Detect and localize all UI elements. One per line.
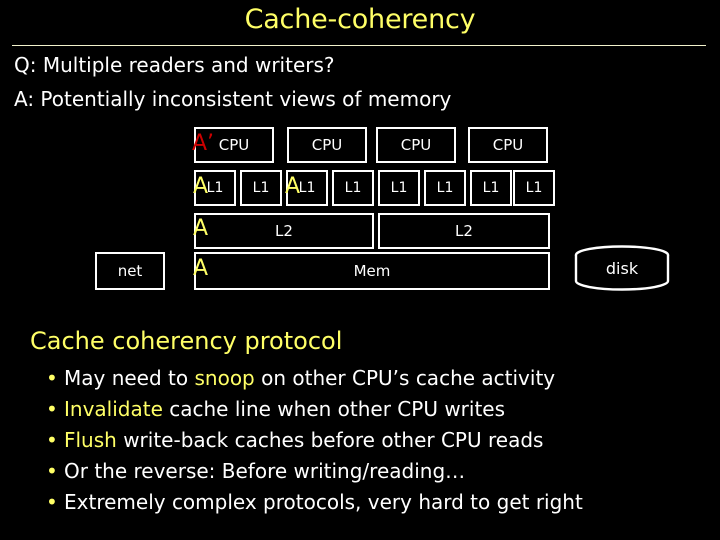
l1-box-8[interactable]: L1 xyxy=(513,170,555,206)
l1-label-7: L1 xyxy=(482,180,500,196)
memory-label: Mem xyxy=(353,261,391,280)
protocol-heading: Cache coherency protocol xyxy=(30,327,343,355)
l2-box-1[interactable]: L2 xyxy=(194,213,374,249)
l1-label-1: L1 xyxy=(206,180,224,196)
l1-box-2[interactable]: L1 xyxy=(240,170,282,206)
l1-label-4: L1 xyxy=(344,180,362,196)
bullet-icon: • xyxy=(46,459,58,483)
answer-line: A: Potentially inconsistent views of mem… xyxy=(14,87,452,111)
l1-box-1[interactable]: L1 xyxy=(194,170,236,206)
memory-box[interactable]: Mem xyxy=(194,252,550,290)
bullet-post-0: on other CPU’s cache activity xyxy=(254,366,556,390)
l1-box-7[interactable]: L1 xyxy=(470,170,512,206)
bullet-pre-4: Extremely complex protocols, very hard t… xyxy=(64,490,583,514)
bullet-highlight-2: Flush xyxy=(64,428,117,452)
bullet-highlight-0: snoop xyxy=(194,366,255,390)
list-item: • May need to snoop on other CPU’s cache … xyxy=(46,366,706,390)
bullet-post-1: cache line when other CPU writes xyxy=(162,397,506,421)
net-box[interactable]: net xyxy=(95,252,165,290)
list-item: • Extremely complex protocols, very hard … xyxy=(46,490,706,514)
l2-label-2: L2 xyxy=(455,221,473,240)
slide-canvas: Cache-coherency Q: Multiple readers and … xyxy=(0,0,720,540)
l1-label-2: L1 xyxy=(252,180,270,196)
l1-label-8: L1 xyxy=(525,180,543,196)
bullet-icon: • xyxy=(46,397,58,421)
list-item: • Invalidate cache line when other CPU wr… xyxy=(46,397,706,421)
disk-icon[interactable] xyxy=(572,245,672,293)
net-label: net xyxy=(117,261,143,280)
bullet-post-2: write-back caches before other CPU reads xyxy=(116,428,544,452)
title-divider xyxy=(12,45,706,46)
list-item: • Or the reverse: Before writing/reading… xyxy=(46,459,706,483)
bullet-icon: • xyxy=(46,366,58,390)
cpu-label-2: CPU xyxy=(311,135,343,154)
bullet-pre-0: May need to xyxy=(64,366,195,390)
bullet-icon: • xyxy=(46,428,58,452)
page-title: Cache-coherency xyxy=(244,4,476,35)
l1-label-6: L1 xyxy=(436,180,454,196)
l1-box-3[interactable]: L1 xyxy=(286,170,328,206)
list-item: • Flush write-back caches before other CP… xyxy=(46,428,706,452)
bullet-highlight-1: Invalidate xyxy=(64,397,163,421)
l1-box-4[interactable]: L1 xyxy=(332,170,374,206)
cpu-label-1: CPU xyxy=(218,135,250,154)
bullet-pre-3: Or the reverse: Before writing/reading… xyxy=(64,459,466,483)
cpu-box-1[interactable]: CPU xyxy=(194,127,274,163)
l1-box-6[interactable]: L1 xyxy=(424,170,466,206)
l1-box-5[interactable]: L1 xyxy=(378,170,420,206)
l1-label-5: L1 xyxy=(390,180,408,196)
cpu-box-2[interactable]: CPU xyxy=(287,127,367,163)
l2-label-1: L2 xyxy=(275,221,293,240)
cpu-label-3: CPU xyxy=(400,135,432,154)
cpu-label-4: CPU xyxy=(492,135,524,154)
cpu-box-4[interactable]: CPU xyxy=(468,127,548,163)
bullet-icon: • xyxy=(46,490,58,514)
question-line: Q: Multiple readers and writers? xyxy=(14,53,335,77)
cpu-box-3[interactable]: CPU xyxy=(376,127,456,163)
l1-label-3: L1 xyxy=(298,180,316,196)
l2-box-2[interactable]: L2 xyxy=(378,213,550,249)
